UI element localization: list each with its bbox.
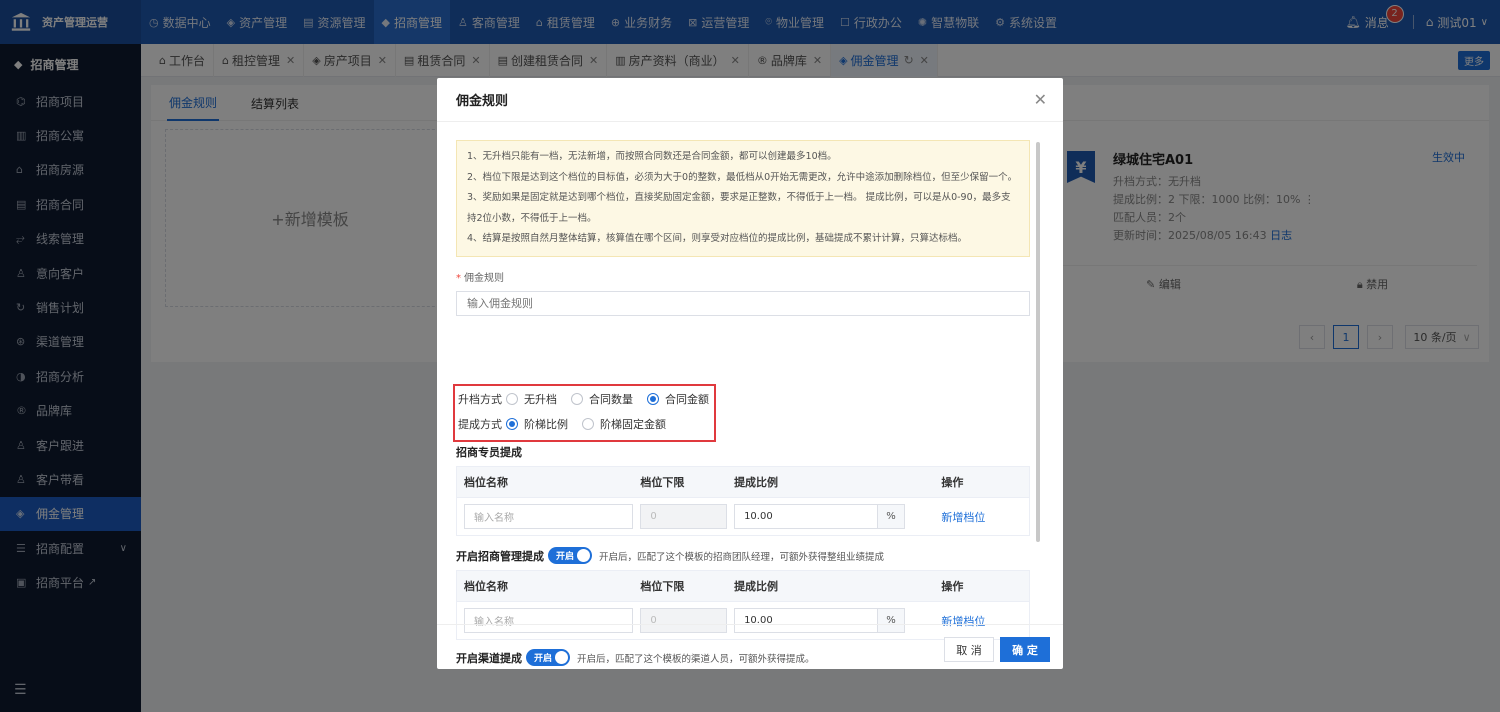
dialog-footer: 取 消 确 定 [437,624,1063,669]
notice-line: 2、档位下限是达到这个档位的目标值，必须为大于0的整数，最低档从0开始无需更改，… [467,171,1018,183]
radio-label: 合同金额 [665,393,709,406]
rule-input[interactable] [456,290,1030,316]
radio-dot-checked [506,418,518,430]
dialog-body: 1、无升档只能有一档，无法新增，而按照合同数还是合同金额，都可以创建最多10档。… [453,140,1030,666]
commission-rule-dialog: 佣金规则 ✕ 1、无升档只能有一档，无法新增，而按照合同数还是合同金额，都可以创… [437,78,1063,669]
col-ratio: 提成比例 [734,476,779,489]
specialist-tier-table: 档位名称 档位下限 提成比例 操作 输入名称 0 10.00% 新增档位 [456,466,1030,536]
section-specialist-commission: 招商专员提成 [456,446,522,459]
dialog-scrollbar[interactable] [1036,142,1040,542]
rule-label-text: 佣金规则 [464,272,504,284]
col-tier-name: 档位名称 [464,580,508,593]
radio-label: 无升档 [524,393,557,406]
radio-dot [571,393,583,405]
percent-suffix: % [878,504,906,529]
radio-contract-count[interactable]: 合同数量 [571,391,633,407]
notice-box: 1、无升档只能有一档，无法新增，而按照合同数还是合同金额，都可以创建最多10档。… [456,140,1030,257]
col-action: 操作 [941,580,964,593]
col-ratio: 提成比例 [734,580,779,593]
radio-no-upgrade[interactable]: 无升档 [506,391,557,407]
table-header: 档位名称 档位下限 提成比例 操作 [457,467,1029,497]
confirm-button[interactable]: 确 定 [1000,637,1050,662]
radio-dot [582,418,594,430]
close-icon[interactable]: ✕ [1034,90,1047,109]
highlight-box: 升档方式 无升档 合同数量 合同金额 提成方式 阶梯比例 阶梯固定金额 [453,384,716,442]
lower-limit-input: 0 [640,504,728,529]
required-mark: * [456,272,461,284]
radio-contract-amount[interactable]: 合同金额 [647,391,709,407]
ratio-input[interactable]: 10.00 [734,504,879,529]
table-row: 输入名称 0 10.00% 新增档位 [457,497,1029,535]
section-hint: 开启后，匹配了这个模板的招商团队经理，可额外获得整组业绩提成 [599,551,885,563]
radio-label: 合同数量 [589,393,633,406]
radio-tiered-fixed[interactable]: 阶梯固定金额 [582,416,666,432]
rule-label: * 佣金规则 [456,269,1030,284]
radio-dot [506,393,518,405]
radio-label: 阶梯比例 [524,418,568,431]
cancel-button[interactable]: 取 消 [944,637,994,662]
upgrade-mode-row: 升档方式 无升档 合同数量 合同金额 [458,391,723,407]
notice-line: 4、结算是按照自然月整体结算，核算值在哪个区间，则享受对应档位的提成比例，基础提… [467,233,968,244]
section-manager-commission: 开启招商管理提成 开启 开启后，匹配了这个模板的招商团队经理，可额外获得整组业绩… [456,547,884,564]
commission-mode-row: 提成方式 阶梯比例 阶梯固定金额 [458,416,680,432]
radio-label: 阶梯固定金额 [600,418,666,431]
ratio-field: 10.00% [734,504,934,529]
add-tier-link[interactable]: 新增档位 [941,511,985,524]
notice-line: 3、奖励如果是固定就是达到哪个档位，直接奖励固定金额，要求是正整数，不得低于上一… [467,192,1011,224]
section-title-text: 开启招商管理提成 [456,549,544,563]
dialog-title: 佣金规则 [456,94,509,109]
dialog-header: 佣金规则 ✕ [437,78,1063,122]
commission-mode-label: 提成方式 [458,418,502,431]
radio-dot-checked [647,393,659,405]
col-lower-limit: 档位下限 [640,580,685,593]
table-header: 档位名称 档位下限 提成比例 操作 [457,571,1029,601]
tier-name-input[interactable]: 输入名称 [464,504,634,529]
notice-line: 1、无升档只能有一档，无法新增，而按照合同数还是合同金额，都可以创建最多10档。 [467,151,837,162]
radio-tiered-ratio[interactable]: 阶梯比例 [506,416,568,432]
col-lower-limit: 档位下限 [640,476,685,489]
upgrade-mode-label: 升档方式 [458,393,502,406]
toggle-label: 开启 [556,552,575,562]
col-tier-name: 档位名称 [464,476,508,489]
col-action: 操作 [941,476,964,489]
manager-commission-toggle[interactable]: 开启 [548,547,592,564]
